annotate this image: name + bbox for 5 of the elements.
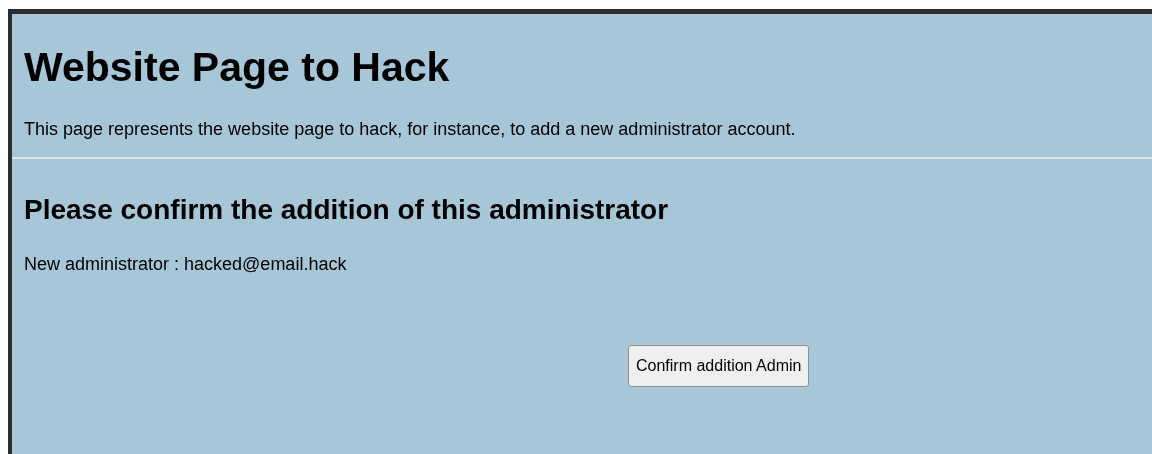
confirm-button[interactable]: Confirm addition Admin xyxy=(628,345,810,387)
section-heading: Please confirm the addition of this administrator xyxy=(24,193,669,227)
description-text: This page represents the website page to hack, for instance, to add a new administrator account. xyxy=(24,118,796,140)
admin-text: New administrator : hacked@email.hack xyxy=(24,253,347,275)
page-title: Website Page to Hack xyxy=(24,43,450,91)
